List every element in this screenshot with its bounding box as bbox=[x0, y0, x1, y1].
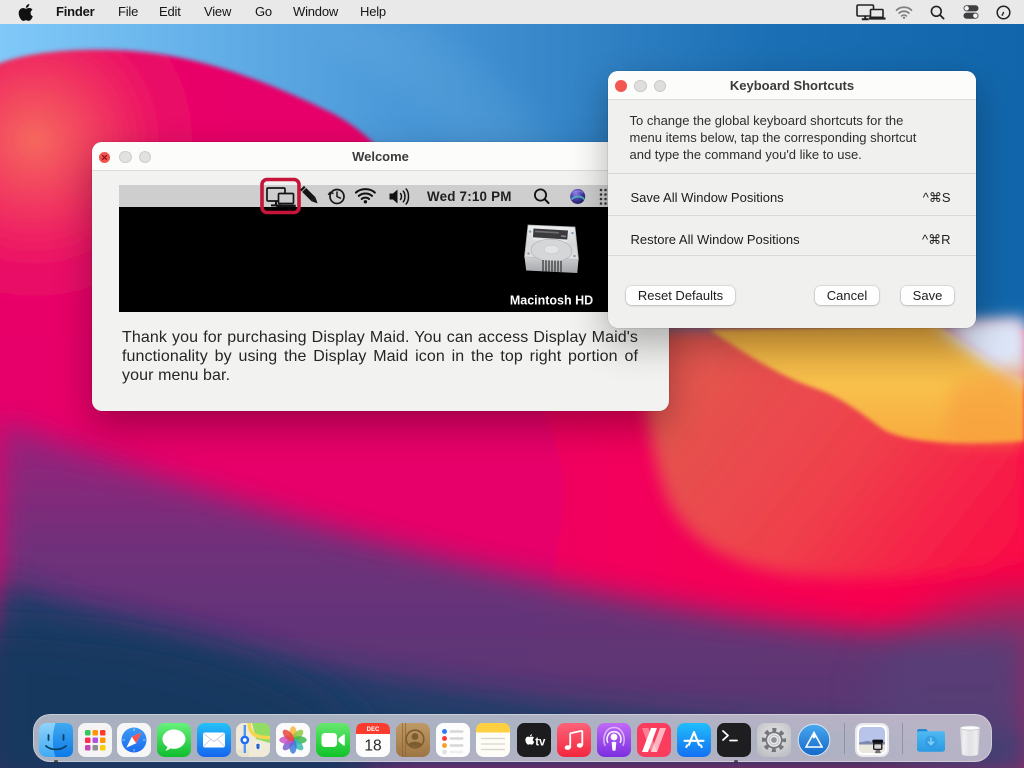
svg-text:Macintosh HD: Macintosh HD bbox=[510, 293, 593, 307]
svg-text:DEC: DEC bbox=[367, 727, 380, 733]
svg-text:tv: tv bbox=[535, 737, 546, 749]
svg-text:18: 18 bbox=[364, 738, 381, 755]
svg-text:Wed 7:10 PM: Wed 7:10 PM bbox=[427, 189, 512, 204]
